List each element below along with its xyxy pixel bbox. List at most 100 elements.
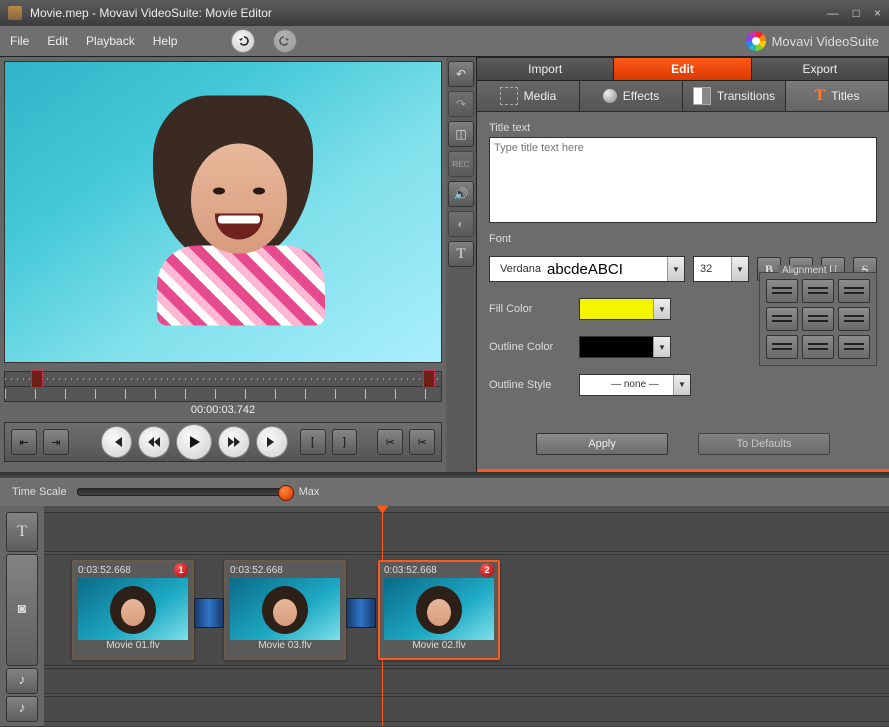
go-end-button[interactable] [256,426,288,458]
clip-name: Movie 01.flv [74,640,192,654]
align-bc-button[interactable] [802,335,834,359]
clip-duration: 0:03:52.668 [78,565,131,576]
title-track[interactable] [44,512,889,552]
clip-duration: 0:03:52.668 [230,565,283,576]
preview-monitor[interactable] [4,61,442,363]
outline-color-picker[interactable]: ▼ [579,336,671,358]
split-right-button[interactable]: ✂ [409,429,435,455]
clip-name: Movie 03.flv [226,640,344,654]
menubar: File Edit Playback Help Movavi VideoSuit… [0,26,889,57]
align-mc-button[interactable] [802,307,834,331]
play-button[interactable] [176,424,212,460]
menu-edit[interactable]: Edit [47,34,68,48]
defaults-button[interactable]: To Defaults [698,433,830,455]
main-tabs: Import Edit Export [477,57,889,81]
go-start-button[interactable] [101,426,133,458]
window-title: Movie.mep - Movavi VideoSuite: Movie Edi… [30,6,272,20]
audio1-track-header[interactable]: ♪ [6,668,38,694]
trim-track[interactable] [4,371,442,387]
apply-button[interactable]: Apply [536,433,668,455]
app-logo-icon [8,6,22,20]
volume-button[interactable]: 🔊 [448,181,474,207]
subtab-media[interactable]: Media [477,81,580,111]
chevron-down-icon: ▼ [673,375,690,395]
tab-export[interactable]: Export [752,57,889,81]
align-tl-button[interactable] [766,279,798,303]
outline-color-label: Outline Color [489,341,579,353]
align-ml-button[interactable] [766,307,798,331]
mark-out-button[interactable]: ⇥ [43,429,69,455]
font-size-dropdown[interactable]: 32 ▼ [693,256,749,282]
brand-pinwheel-icon [746,31,766,51]
track-headers: T ◙ ♪ ♪ [0,506,44,726]
align-tc-button[interactable] [802,279,834,303]
font-family-dropdown[interactable]: Verdana abcdeABCI ▼ [489,256,685,282]
align-bl-button[interactable] [766,335,798,359]
title-text-label: Title text [489,122,877,134]
effects-icon [603,89,617,103]
align-mr-button[interactable] [838,307,870,331]
menu-help[interactable]: Help [153,34,178,48]
media-icon [500,87,518,105]
font-label: Font [489,233,877,245]
subtab-transitions[interactable]: Transitions [683,81,786,111]
tracks-area[interactable]: 0:03:52.668 1 Movie 01.flv 0:03:52.668 Movie… [44,506,889,726]
timescale-row: Time Scale Max [0,478,889,506]
record-button[interactable]: REC [448,151,474,177]
tab-edit[interactable]: Edit [614,57,751,81]
timecode: 00:00:03.742 [0,404,446,422]
time-ruler[interactable] [4,387,442,402]
close-button[interactable]: × [874,6,881,20]
forward-button[interactable] [218,426,250,458]
audio-track-2[interactable] [44,696,889,722]
subtab-titles[interactable]: TTitles [786,81,889,111]
clip[interactable]: 0:03:52.668 1 Movie 01.flv [72,560,194,660]
subtab-effects[interactable]: Effects [580,81,683,111]
text-tool-button[interactable]: T [448,241,474,267]
title-track-header[interactable]: T [6,512,38,552]
minimize-button[interactable]: — [827,6,839,20]
transition[interactable] [194,598,224,628]
timescale-slider[interactable] [77,488,289,496]
undo-button[interactable] [231,29,255,53]
mark-in-button[interactable]: ⇤ [11,429,37,455]
transition[interactable] [346,598,376,628]
brand-label: Movavi VideoSuite [772,34,879,49]
rotate-ccw-button[interactable]: ↶ [448,61,474,87]
menu-file[interactable]: File [10,34,29,48]
crop-button[interactable]: ◫ [448,121,474,147]
maximize-button[interactable]: □ [853,6,860,20]
brand: Movavi VideoSuite [746,31,879,51]
chevron-down-icon: ▼ [667,257,684,281]
redo-button[interactable] [273,29,297,53]
audio-track-1[interactable] [44,668,889,694]
tab-import[interactable]: Import [477,57,614,81]
clip-badge: 1 [174,563,188,577]
clip-thumbnail [230,578,340,640]
menu-playback[interactable]: Playback [86,34,135,48]
split-left-button[interactable]: ✂ [377,429,403,455]
timeline: T ◙ ♪ ♪ 0:03:52.6681Movie 01.flv0:03:52.… [0,506,889,726]
set-in-button[interactable]: [ [300,429,326,455]
opacity-button[interactable]: ◐ [448,211,474,237]
outline-style-dropdown[interactable]: — none —▼ [579,374,691,396]
audio2-track-header[interactable]: ♪ [6,696,38,722]
chevron-down-icon: ▼ [731,257,748,281]
rewind-button[interactable] [138,426,170,458]
align-br-button[interactable] [838,335,870,359]
set-out-button[interactable]: ] [332,429,358,455]
preview-tools: ↶ ↷ ◫ REC 🔊 ◐ T [446,57,476,472]
clip[interactable]: 0:03:52.668 Movie 03.flv [224,560,346,660]
edit-subtabs: Media Effects Transitions TTitles [477,81,889,112]
alignment-group: Alignment [759,272,877,366]
transitions-icon [693,87,711,105]
alignment-label: Alignment [778,265,830,276]
title-text-input[interactable] [489,137,877,223]
rotate-cw-button[interactable]: ↷ [448,91,474,117]
fill-color-picker[interactable]: ▼ [579,298,671,320]
fill-color-label: Fill Color [489,303,579,315]
clip[interactable]: 0:03:52.6682Movie 02.flv [378,560,500,660]
video-track-header[interactable]: ◙ [6,554,38,666]
align-tr-button[interactable] [838,279,870,303]
slider-knob[interactable] [278,485,294,501]
